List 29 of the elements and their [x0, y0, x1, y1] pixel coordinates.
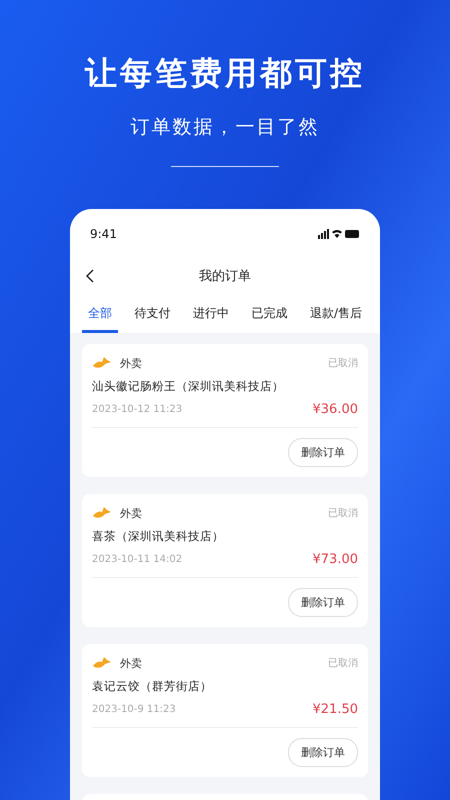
order-status: 已取消 [328, 356, 358, 370]
order-status: 已取消 [328, 656, 358, 670]
tab[interactable]: 进行中 [186, 301, 235, 333]
order-category: 外卖 [120, 506, 142, 520]
status-time: 9:41 [90, 227, 117, 241]
shop-name: 汕头徽记肠粉王（深圳讯美科技店） [92, 379, 285, 394]
delete-order-button[interactable]: 删除订单 [288, 588, 358, 617]
subtitle: 订单数据，一目了然 [130, 115, 320, 140]
order-status: 已取消 [328, 506, 358, 520]
order-price: ¥21.50 [312, 702, 358, 717]
shop-name: 袁记云饺（群芳街店） [92, 679, 213, 694]
tab[interactable]: 退款/售后 [304, 301, 368, 333]
order-time: 2023-10-11 14:02 [92, 554, 182, 565]
order-category: 外卖 [120, 356, 142, 370]
delete-order-button[interactable]: 删除订单 [288, 438, 358, 467]
shop-name: 喜茶（深圳讯美科技店） [92, 529, 225, 544]
order-price: ¥73.00 [312, 552, 358, 567]
tab[interactable]: 全部 [82, 301, 118, 333]
order-time: 2023-10-12 11:23 [92, 404, 182, 415]
status-icons [318, 229, 360, 239]
order-price: ¥36.00 [312, 402, 358, 417]
headline: 让每笔费用都可控 [85, 53, 365, 94]
order-time: 2023-10-9 11:23 [92, 704, 176, 715]
order-category: 外卖 [120, 656, 142, 670]
back-icon[interactable] [86, 269, 94, 283]
delete-order-button[interactable]: 删除订单 [288, 738, 358, 767]
tab[interactable]: 待支付 [128, 301, 176, 333]
tab[interactable]: 已完成 [245, 301, 294, 333]
page-title: 我的订单 [199, 268, 251, 285]
